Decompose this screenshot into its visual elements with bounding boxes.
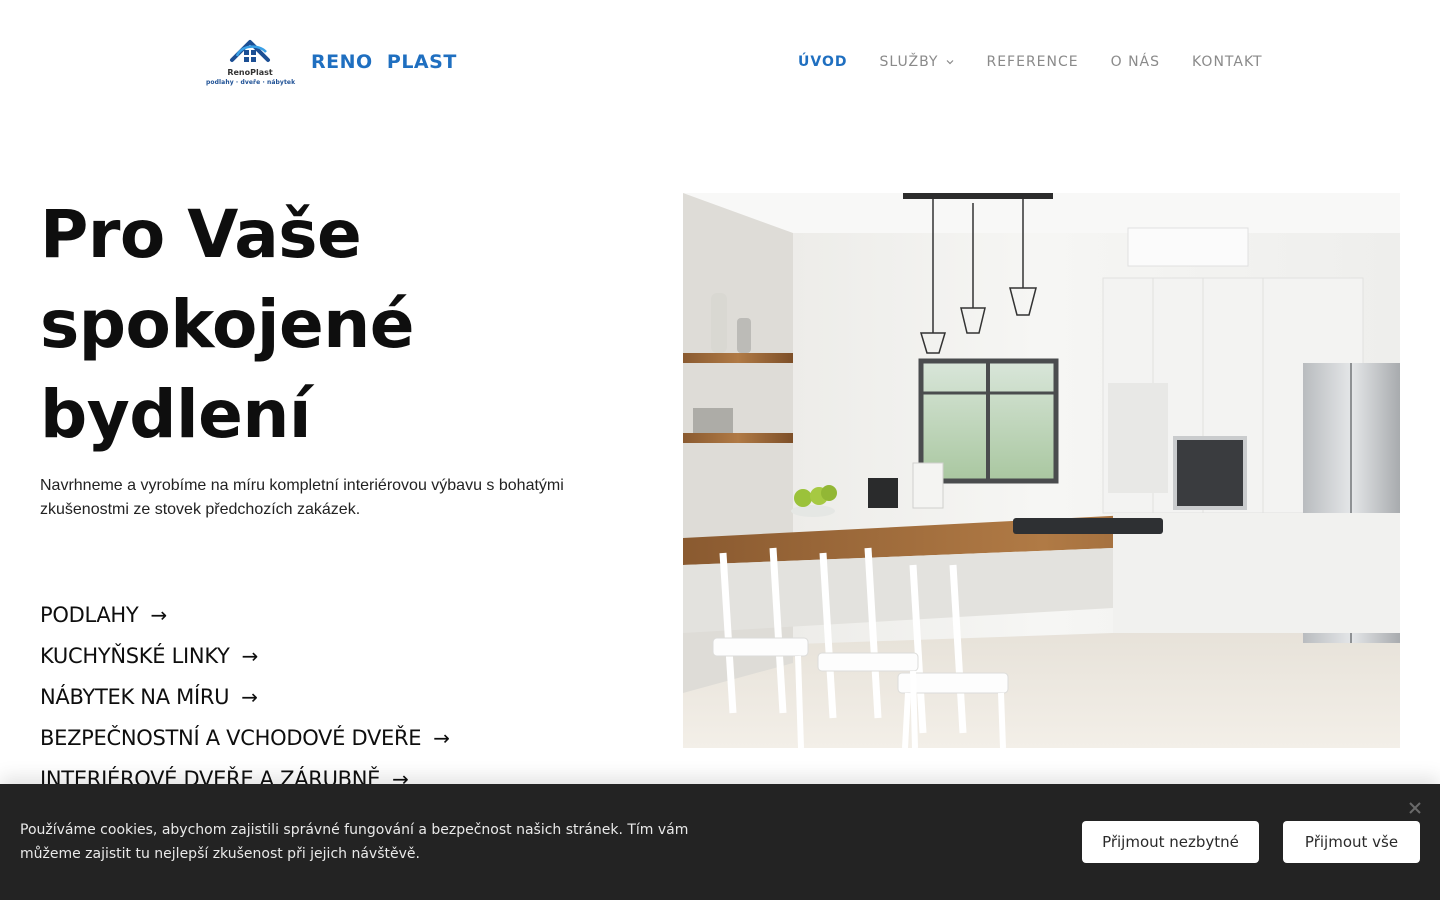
cookie-text: Používáme cookies, abychom zajistili spr… <box>20 822 689 862</box>
list-item: PODLAHY → <box>40 594 450 635</box>
nav-item-kontakt[interactable]: KONTAKT <box>1192 54 1263 70</box>
service-label: BEZPEČNOSTNÍ A VCHODOVÉ DVEŘE <box>40 725 422 750</box>
arrow-right-icon: → <box>150 602 167 627</box>
arrow-right-icon: → <box>241 684 258 709</box>
list-item: NÁBYTEK NA MÍRU → <box>40 676 450 717</box>
logo-wordmark: RenoPlast <box>227 68 273 77</box>
hero-kitchen-image <box>683 193 1400 748</box>
service-label: PODLAHY <box>40 602 139 627</box>
kitchen-photo <box>683 193 1400 748</box>
hero-title-line: spokojené <box>40 286 414 363</box>
main-nav: ÚVOD SLUŽBY REFERENCE O NÁS KONTAKT <box>798 54 1295 70</box>
hero-lead: Navrhneme a vyrobíme na míru kompletní i… <box>40 477 564 518</box>
nav-item-sluzby[interactable]: SLUŽBY <box>879 54 954 70</box>
service-link-bezpecnostni-dvere[interactable]: BEZPEČNOSTNÍ A VCHODOVÉ DVEŘE → <box>40 726 450 750</box>
hero-title: Pro Vaše spokojené bydlení <box>40 190 600 460</box>
cookie-close-button[interactable] <box>1407 800 1423 816</box>
site-header: RenoPlast podlahy · dveře · nábytek RENO… <box>0 0 1440 128</box>
nav-item-uvod[interactable]: ÚVOD <box>798 54 847 70</box>
logo-tagline: podlahy · dveře · nábytek <box>206 79 296 86</box>
list-item: BEZPEČNOSTNÍ A VCHODOVÉ DVEŘE → <box>40 717 450 758</box>
logo: RenoPlast podlahy · dveře · nábytek <box>206 34 296 90</box>
service-list: PODLAHY → KUCHYŇSKÉ LINKY → NÁBYTEK NA M… <box>40 594 450 799</box>
brand-name: RENO PLAST <box>311 51 457 73</box>
nav-item-reference[interactable]: REFERENCE <box>986 54 1078 70</box>
cookie-bar: Používáme cookies, abychom zajistili spr… <box>0 784 1440 900</box>
hero-title-line: bydlení <box>40 376 312 453</box>
nav-item-sluzby-label: SLUŽBY <box>879 54 939 70</box>
arrow-right-icon: → <box>241 643 259 668</box>
service-link-nabytek-na-miru[interactable]: NÁBYTEK NA MÍRU → <box>40 685 258 709</box>
accept-necessary-button[interactable]: Přijmout nezbytné <box>1082 821 1259 863</box>
service-link-kuchynske-linky[interactable]: KUCHYŇSKÉ LINKY → <box>40 644 258 668</box>
house-logo-icon <box>230 40 270 62</box>
list-item: KUCHYŇSKÉ LINKY → <box>40 635 450 676</box>
service-label: NÁBYTEK NA MÍRU <box>40 684 230 709</box>
accept-all-button[interactable]: Přijmout vše <box>1283 821 1420 863</box>
service-label: KUCHYŇSKÉ LINKY <box>40 643 230 668</box>
arrow-right-icon: → <box>433 725 450 750</box>
logo-link[interactable]: RenoPlast podlahy · dveře · nábytek RENO… <box>206 34 457 90</box>
close-icon <box>1409 802 1421 814</box>
service-link-podlahy[interactable]: PODLAHY → <box>40 603 167 627</box>
chevron-down-icon <box>947 60 954 65</box>
nav-item-o-nas[interactable]: O NÁS <box>1111 54 1160 70</box>
hero-title-line: Pro Vaše <box>40 196 362 273</box>
